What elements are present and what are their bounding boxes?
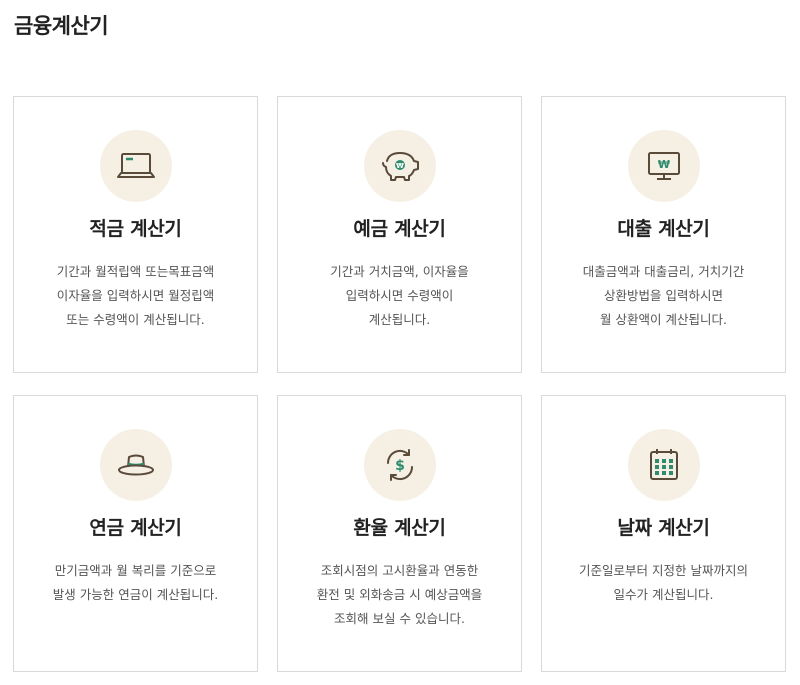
card-title: 날짜 계산기 xyxy=(617,517,710,539)
card-pension-calculator[interactable]: 연금 계산기 만기금액과 월 복리를 기준으로 발생 가능한 연금이 계산됩니다… xyxy=(13,395,258,672)
card-title: 예금 계산기 xyxy=(353,218,446,240)
monitor-won-icon: ₩ xyxy=(627,130,700,202)
page-title: 금융계산기 xyxy=(14,14,109,38)
svg-text:₩: ₩ xyxy=(657,158,669,171)
currency-exchange-icon: $ xyxy=(363,429,436,501)
card-description: 기준일로부터 지정한 날짜까지의 일수가 계산됩니다. xyxy=(579,563,748,602)
piggy-bank-icon: ₩ xyxy=(363,130,436,202)
card-title: 연금 계산기 xyxy=(89,517,182,539)
card-description: 기간과 월적립액 또는목표금액 이자율을 입력하시면 월정립액 또는 수령액이 … xyxy=(56,264,215,327)
card-loan-calculator[interactable]: ₩ 대출 계산기 대출금액과 대출금리, 거치기간 상환방법을 입력하시면 월 … xyxy=(541,96,786,373)
card-date-calculator[interactable]: 날짜 계산기 기준일로부터 지정한 날짜까지의 일수가 계산됩니다. xyxy=(541,395,786,672)
card-description: 조회시점의 고시환율과 연동한 환전 및 외화송금 시 예상금액을 조회해 보실… xyxy=(316,563,483,626)
card-title: 대출 계산기 xyxy=(617,218,710,240)
card-deposit-calculator[interactable]: ₩ 예금 계산기 기간과 거치금액, 이자율을 입력하시면 수령액이 계산됩니다… xyxy=(277,96,522,373)
card-description: 대출금액과 대출금리, 거치기간 상환방법을 입력하시면 월 상환액이 계산됩니… xyxy=(582,264,745,327)
card-description: 만기금액과 월 복리를 기준으로 발생 가능한 연금이 계산됩니다. xyxy=(52,563,219,602)
hat-icon xyxy=(99,429,172,501)
card-exchange-rate-calculator[interactable]: $ 환율 계산기 조회시점의 고시환율과 연동한 환전 및 외화송금 시 예상금… xyxy=(277,395,522,672)
svg-text:$: $ xyxy=(395,458,405,474)
card-description: 기간과 거치금액, 이자율을 입력하시면 수령액이 계산됩니다. xyxy=(330,264,469,327)
card-installment-savings-calculator[interactable]: 적금 계산기 기간과 월적립액 또는목표금액 이자율을 입력하시면 월정립액 또… xyxy=(13,96,258,373)
calendar-icon xyxy=(627,429,700,501)
card-title: 환율 계산기 xyxy=(353,517,446,539)
laptop-icon xyxy=(99,130,172,202)
svg-text:₩: ₩ xyxy=(396,162,404,170)
card-title: 적금 계산기 xyxy=(89,218,182,240)
